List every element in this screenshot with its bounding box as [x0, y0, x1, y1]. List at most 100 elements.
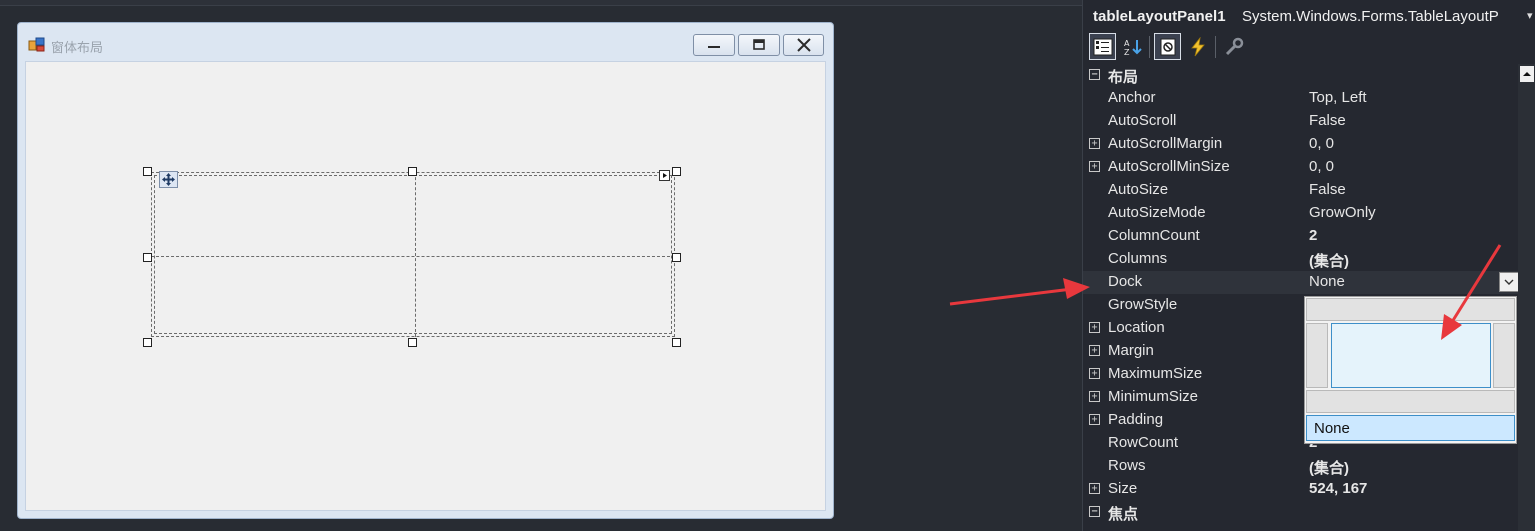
resize-handle-s[interactable] — [408, 338, 417, 347]
expand-icon[interactable]: + — [1089, 138, 1100, 149]
tlp-column-divider — [415, 172, 416, 337]
designer-top-strip — [0, 0, 1082, 6]
category-focus[interactable]: − 焦点 — [1083, 501, 1518, 524]
property-name: Rows — [1108, 457, 1146, 474]
move-handle-icon[interactable] — [159, 171, 178, 188]
properties-object-selector[interactable]: tableLayoutPanel1 System.Windows.Forms.T… — [1083, 6, 1535, 28]
alphabetical-icon: A Z — [1124, 39, 1142, 56]
expand-icon[interactable]: + — [1089, 391, 1100, 402]
scroll-up-button[interactable] — [1520, 66, 1534, 82]
resize-handle-n[interactable] — [408, 167, 417, 176]
property-value[interactable]: 0, 0 — [1309, 135, 1334, 152]
resize-handle-nw[interactable] — [143, 167, 152, 176]
dock-dropdown-button[interactable] — [1499, 272, 1519, 292]
selected-object-name: tableLayoutPanel1 — [1093, 8, 1226, 25]
property-value[interactable]: None — [1309, 273, 1345, 290]
dock-left-option[interactable] — [1306, 323, 1328, 388]
dock-editor-popup[interactable]: None — [1304, 296, 1517, 444]
property-value[interactable]: 0, 0 — [1309, 158, 1334, 175]
property-row-autosizemode[interactable]: AutoSizeMode GrowOnly — [1083, 202, 1518, 225]
resize-handle-w[interactable] — [143, 253, 152, 262]
designer-surface[interactable]: 窗体布局 — [0, 0, 1082, 531]
property-grid-scrollbar[interactable] — [1518, 64, 1535, 531]
property-name: Anchor — [1108, 89, 1156, 106]
form-window[interactable]: 窗体布局 — [17, 22, 834, 519]
property-name: Location — [1108, 319, 1165, 336]
property-row-dock[interactable]: Dock None — [1083, 271, 1519, 294]
property-name: AutoSize — [1108, 181, 1169, 198]
toolbar-separator — [1215, 36, 1216, 58]
chevron-down-icon — [1504, 279, 1514, 285]
property-value[interactable]: GrowOnly — [1309, 204, 1376, 221]
expand-icon[interactable]: + — [1089, 368, 1100, 379]
property-name: Padding — [1108, 411, 1164, 428]
property-pages-button[interactable] — [1220, 33, 1247, 60]
events-icon — [1190, 36, 1205, 56]
property-row-columncount[interactable]: ColumnCount 2 — [1083, 225, 1518, 248]
expand-icon[interactable]: + — [1089, 414, 1100, 425]
property-value[interactable]: False — [1309, 112, 1346, 129]
resize-handle-ne[interactable] — [672, 167, 681, 176]
property-value[interactable]: Top, Left — [1309, 89, 1367, 106]
property-value[interactable]: 2 — [1309, 227, 1317, 244]
property-value[interactable]: False — [1309, 181, 1346, 198]
dock-bottom-option[interactable] — [1306, 390, 1515, 413]
close-icon — [796, 38, 811, 52]
category-layout[interactable]: − 布局 — [1083, 64, 1518, 87]
property-name: AutoScrollMinSize — [1108, 158, 1230, 175]
expand-icon[interactable]: + — [1089, 322, 1100, 333]
form-client-area[interactable] — [25, 61, 826, 511]
dock-top-option[interactable] — [1306, 298, 1515, 321]
expand-icon[interactable]: + — [1089, 345, 1100, 356]
expand-icon[interactable]: + — [1089, 483, 1100, 494]
resize-handle-sw[interactable] — [143, 338, 152, 347]
property-row-size[interactable]: + Size 524, 167 — [1083, 478, 1518, 501]
events-button[interactable] — [1184, 33, 1211, 60]
maximize-icon — [753, 39, 765, 50]
maximize-button[interactable] — [738, 34, 780, 56]
resize-handle-se[interactable] — [672, 338, 681, 347]
resize-handle-e[interactable] — [672, 253, 681, 262]
dock-fill-option[interactable] — [1331, 323, 1491, 388]
property-row-autoscrollminsize[interactable]: + AutoScrollMinSize 0, 0 — [1083, 156, 1518, 179]
property-name: Margin — [1108, 342, 1154, 359]
property-row-columns[interactable]: Columns (集合) — [1083, 248, 1518, 271]
form-title: 窗体布局 — [51, 41, 104, 56]
properties-icon — [1160, 38, 1175, 55]
tlp-inner-border — [154, 175, 672, 334]
categorized-button[interactable] — [1089, 33, 1116, 60]
property-row-autosize[interactable]: AutoSize False — [1083, 179, 1518, 202]
property-name: MinimumSize — [1108, 388, 1199, 405]
property-row-rows[interactable]: Rows (集合) — [1083, 455, 1518, 478]
collapse-icon[interactable]: − — [1089, 69, 1100, 80]
minimize-button[interactable] — [693, 34, 735, 56]
property-name: ColumnCount — [1108, 227, 1200, 244]
property-value[interactable]: (集合) — [1309, 457, 1349, 478]
selected-object-type: System.Windows.Forms.TableLayoutP — [1242, 8, 1499, 25]
collapse-icon[interactable]: − — [1089, 506, 1100, 517]
table-layout-panel[interactable] — [143, 167, 681, 347]
dock-right-option[interactable] — [1493, 323, 1515, 388]
categorized-icon — [1093, 38, 1112, 55]
properties-panel[interactable]: tableLayoutPanel1 System.Windows.Forms.T… — [1082, 0, 1535, 531]
object-selector-dropdown-icon[interactable]: ▾ — [1527, 9, 1533, 22]
property-name: Dock — [1108, 273, 1143, 290]
property-name: AutoSizeMode — [1108, 204, 1206, 221]
dock-none-option[interactable]: None — [1306, 415, 1515, 441]
property-value[interactable]: 524, 167 — [1309, 480, 1367, 497]
property-row-autoscroll[interactable]: AutoScroll False — [1083, 110, 1518, 133]
smart-tag-icon[interactable] — [659, 170, 670, 181]
alphabetical-button[interactable]: A Z — [1119, 33, 1146, 60]
properties-button[interactable] — [1154, 33, 1181, 60]
form-titlebar[interactable]: 窗体布局 — [18, 23, 833, 61]
close-button[interactable] — [783, 34, 824, 56]
property-value[interactable]: (集合) — [1309, 250, 1349, 271]
tlp-row-divider — [151, 256, 675, 257]
expand-icon[interactable]: + — [1089, 161, 1100, 172]
property-name: MaximumSize — [1108, 365, 1203, 382]
property-row-autoscrollmargin[interactable]: + AutoScrollMargin 0, 0 — [1083, 133, 1518, 156]
toolbar-separator — [1149, 36, 1150, 58]
property-row-anchor[interactable]: Anchor Top, Left — [1083, 87, 1518, 110]
property-name: GrowStyle — [1108, 296, 1178, 313]
property-name: AutoScrollMargin — [1108, 135, 1223, 152]
